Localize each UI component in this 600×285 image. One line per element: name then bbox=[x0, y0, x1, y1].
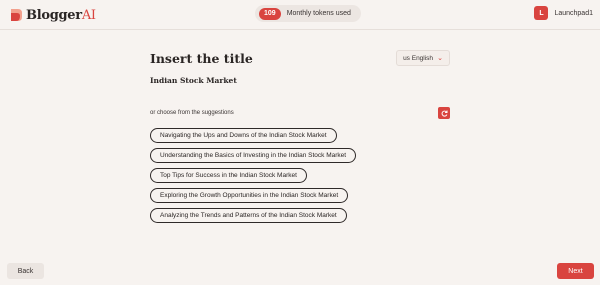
token-count-badge: 109 bbox=[259, 7, 281, 20]
suggestion-chip[interactable]: Understanding the Basics of Investing in… bbox=[150, 148, 357, 163]
top-bar: BloggerAI 109 Monthly tokens used L Laun… bbox=[0, 0, 600, 30]
app-logo[interactable]: BloggerAI bbox=[9, 6, 96, 24]
chevron-down-icon: ⌄ bbox=[437, 55, 443, 62]
refresh-icon bbox=[441, 110, 448, 117]
token-usage: 109 Monthly tokens used bbox=[255, 5, 361, 22]
language-value: us English bbox=[403, 54, 434, 62]
language-select[interactable]: us English ⌄ bbox=[396, 50, 450, 66]
token-label: Monthly tokens used bbox=[286, 10, 351, 17]
suggestion-chip[interactable]: Navigating the Ups and Downs of the Indi… bbox=[150, 128, 337, 143]
back-button[interactable]: Back bbox=[7, 263, 44, 279]
user-name: Launchpad1 bbox=[554, 9, 593, 17]
suggestion-chip[interactable]: Top Tips for Success in the Indian Stock… bbox=[150, 168, 307, 183]
page-title: Insert the title bbox=[150, 51, 253, 66]
title-input[interactable]: Indian Stock Market bbox=[150, 76, 237, 85]
logo-text: BloggerAI bbox=[26, 7, 96, 23]
blogger-logo-icon bbox=[11, 9, 22, 21]
refresh-suggestions-button[interactable] bbox=[438, 107, 450, 119]
avatar[interactable]: L bbox=[534, 6, 549, 20]
suggestion-chip[interactable]: Exploring the Growth Opportunities in th… bbox=[150, 188, 349, 203]
next-button[interactable]: Next bbox=[557, 263, 594, 279]
user-menu[interactable]: L Launchpad1 bbox=[534, 6, 593, 20]
suggestions-label: or choose from the suggestions bbox=[150, 110, 234, 116]
suggestion-chip[interactable]: Analyzing the Trends and Patterns of the… bbox=[150, 208, 347, 223]
